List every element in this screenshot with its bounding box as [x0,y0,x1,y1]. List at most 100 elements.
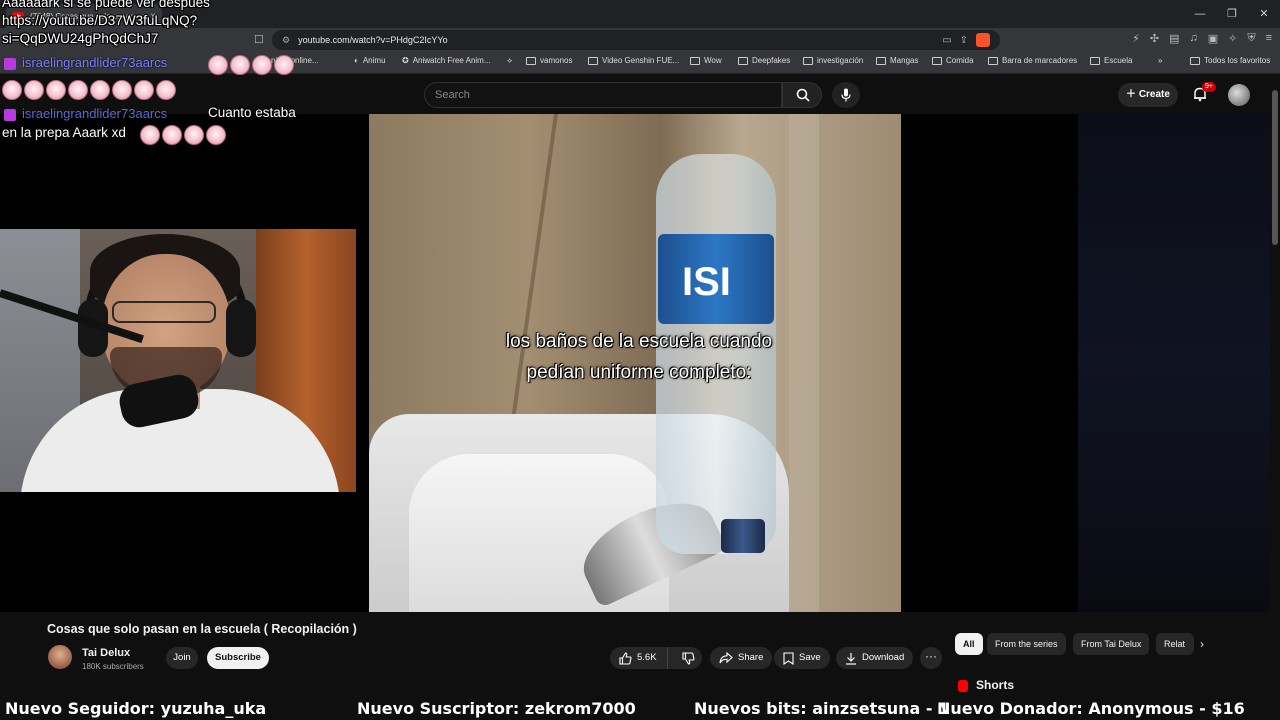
bookmark-all-favorites[interactable]: Todos los favoritos [1190,56,1270,65]
join-button[interactable]: Join [166,647,198,669]
emote-icon [46,80,66,100]
emote-icon [184,125,204,145]
streamer-webcam [0,229,356,492]
close-window-button[interactable]: ✕ [1248,0,1280,28]
emote-row-3 [140,125,226,145]
chevron-right-icon[interactable]: › [1200,637,1204,651]
folder-icon [588,56,598,65]
emote-icon [2,80,22,100]
sidebar-icon[interactable]: ▤ [1169,32,1179,45]
restore-button[interactable]: ❐ [1216,0,1248,28]
folder-icon [690,56,700,65]
site-icon: ◐ [354,56,359,65]
url-text[interactable]: youtube.com/watch?v=PHdgC2IcYYo [298,35,934,45]
ticker-new-subscriber: Nuevo Suscriptor: zekrom7000 [357,699,636,718]
overlay-message-line2: https://youtu.be/D37W3fuLqNQ? [2,13,198,28]
folder-icon [526,56,536,65]
browser-toolbar: ☐ ⚙ youtube.com/watch?v=PHdgC2IcYYo ▭ ⇪ … [0,28,1280,52]
like-count: 5.6K [637,652,657,663]
bookmark-folder-wow[interactable]: Wow [690,56,722,65]
more-actions-button[interactable]: ··· [920,647,942,669]
bookmark-folder-vamonos[interactable]: vamonos [526,56,572,65]
search-icon [796,88,810,102]
youtube-header: Search ＋ Create 9+ [0,74,1280,114]
dislike-button[interactable] [673,647,695,669]
chip-related[interactable]: Relat [1156,633,1194,655]
headphone-cup-right [226,299,256,357]
menu-icon[interactable]: ≡ [1266,32,1272,45]
minimize-button[interactable]: — [1184,0,1216,28]
ai-icon[interactable]: ✧ [1228,32,1237,45]
like-button[interactable]: 5.6K [610,647,668,669]
bottle-label: ISI [658,234,774,324]
save-button[interactable]: Save [774,647,830,669]
share-button[interactable]: Share [710,647,773,669]
glasses [112,301,216,323]
bookmark-folder-investigacion[interactable]: investigación [803,56,863,65]
search-input[interactable]: Search [424,82,782,108]
thumbs-down-icon [682,651,695,665]
ticker-new-follower: Nuevo Seguidor: yuzuha_uka [5,699,267,718]
account-avatar[interactable] [1228,84,1250,106]
plus-icon: ＋ [1126,89,1139,100]
download-icon [846,652,856,665]
site-info-icon[interactable]: ⚙ [282,35,290,46]
subscriber-count: 180K subscribers [82,662,144,671]
channel-avatar[interactable] [48,645,72,669]
chat-username: israelingrandlider73aarcs [22,55,168,70]
bookmarks-bar: nime online... ◐ Animu ✪ Aniwatch Free Ani… [0,52,1280,74]
bookmark-folder-comida[interactable]: Comida [932,56,974,65]
thumbs-up-icon [619,651,632,665]
gift-icon [4,109,16,121]
bottle-brand-text: ISI [682,260,731,304]
folder-icon [876,56,886,65]
bookmark-folder-escuela[interactable]: Escuela [1090,56,1132,65]
overlay-message-line1: Aaaaaark si se puede ver despues [2,0,210,10]
bookmark-animu[interactable]: ◐ Animu [354,56,386,65]
emote-icon [206,125,226,145]
search-button[interactable] [782,82,822,108]
bookmark-folder-genshin[interactable]: Video Genshin FUE... [588,56,679,65]
emote-icon [162,125,182,145]
create-button[interactable]: ＋ Create [1118,83,1178,107]
brave-shields-icon[interactable] [976,33,990,47]
download-button[interactable]: Download [836,647,914,669]
bookmark-folder-deepfakes[interactable]: Deepfakes [738,56,790,65]
wallet-icon[interactable]: ▣ [1208,32,1218,45]
page-scrollbar[interactable] [1272,90,1278,245]
emote-icon [208,55,228,75]
cast-icon[interactable]: ▭ [942,35,951,46]
chip-from-series[interactable]: From the series [987,633,1066,655]
extension-icon[interactable]: ⚡ [1132,32,1140,45]
puzzle-icon[interactable]: ✣ [1150,32,1159,45]
channel-name[interactable]: Tai Delux [82,647,130,659]
bookmark-folder-barra[interactable]: Barra de marcadores [988,56,1077,65]
bookmark-folder-mangas[interactable]: Mangas [876,56,918,65]
share-page-icon[interactable]: ⇪ [960,35,968,46]
folder-icon [932,56,942,65]
folder-icon [1190,56,1200,65]
folder-icon [803,56,813,65]
bookmark-aniwatch[interactable]: ✪ Aniwatch Free Anim... [402,56,491,65]
bookmarks-more-icon[interactable]: » [1158,56,1162,65]
video-frame[interactable]: ISI los baños de la escuela cuando pedía… [369,114,901,612]
emote-icon [252,55,272,75]
music-icon[interactable]: ♫ [1189,32,1197,45]
microphone-icon [841,88,851,102]
voice-search-button[interactable] [832,82,860,108]
extension-icons: ⚡ ✣ ▤ ♫ ▣ ✧ ⛨ ≡ [1132,32,1272,45]
bookmark-page-icon[interactable]: ☐ [254,33,264,46]
chip-all[interactable]: All [955,633,983,655]
chip-from-channel[interactable]: From Tai Delux [1073,633,1150,655]
address-bar[interactable]: ⚙ youtube.com/watch?v=PHdgC2IcYYo ▭ ⇪ [272,30,1000,50]
chat-message-part2: en la prepa Aaark xd [2,125,126,140]
emote-icon [112,80,132,100]
player-side-panel [1078,114,1270,612]
bookmark-icon [783,651,794,665]
notification-badge: 9+ [1202,82,1216,92]
video-title: Cosas que solo pasan en la escuela ( Rec… [47,622,357,636]
subscribe-button[interactable]: Subscribe [207,647,269,669]
folder-icon [988,56,998,65]
chat-username-2: israelingrandlider73aarcs [22,106,168,121]
vpn-icon[interactable]: ⛨ [1247,32,1255,45]
